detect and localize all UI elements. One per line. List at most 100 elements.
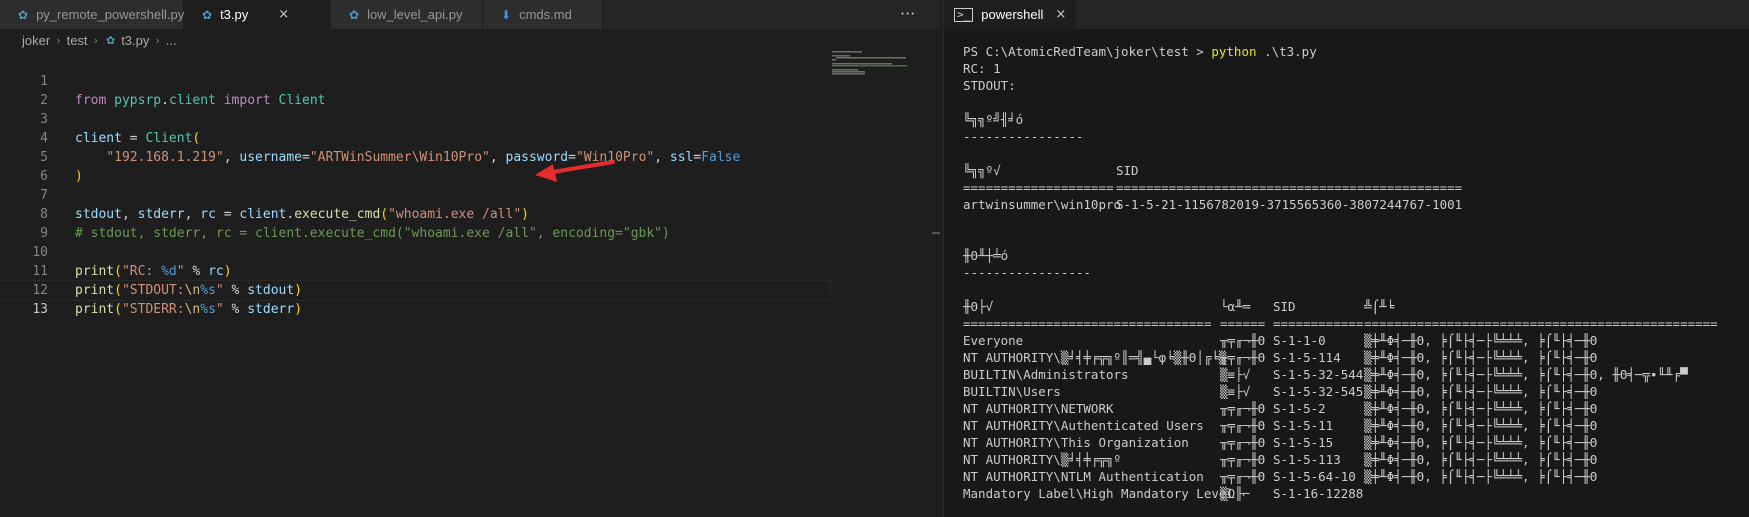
terminal-line: artwinsummer\win10proS-1-5-21-1156782019… xyxy=(963,196,1718,213)
group-attr: ▒╪╨Φ╡─╫Θ, ╞⌠╙├╡─├╚╧╧╧, ╞⌠╙├╡─╫Θ xyxy=(1364,384,1598,399)
group-row: Mandatory Label\High Mandatory Level▒Ω╟⌐… xyxy=(963,485,1718,502)
table-rule: ========================================… xyxy=(1116,180,1463,195)
tab-t3[interactable]: ✿ t3.py × xyxy=(184,0,331,29)
code-token: ) xyxy=(294,302,303,317)
code-line: 10 print("RC: %d" % rc) xyxy=(0,224,830,279)
code-token: "STDERR: xyxy=(121,302,185,317)
group-sid: S-1-1-0 xyxy=(1273,333,1326,348)
terminal-line: ╚╗╗º╝╢╛ó xyxy=(963,112,1024,127)
code-line: 3 client = Client( xyxy=(0,91,830,146)
group-attr: ▒╪╨Φ╡─╫Θ, ╞⌠╙├╡─├╚╧╧╧, ╞⌠╙├╡─╫Θ, ╫Θ╡─╦∙╙… xyxy=(1364,367,1688,382)
terminal-panel: >_ powershell × PS C:\AtomicRedTeam\joke… xyxy=(943,0,1749,517)
group-attr: ▒╪╨Φ╡─╫Θ, ╞⌠╙├╡─├╚╧╧╧, ╞⌠╙├╡─╫Θ xyxy=(1364,350,1598,365)
terminal-line: ---------------- xyxy=(963,129,1084,144)
breadcrumb-item[interactable]: joker xyxy=(22,33,50,48)
close-icon[interactable]: × xyxy=(1055,7,1066,22)
command: python xyxy=(1211,44,1257,59)
group-type: ▒≡├√ xyxy=(1220,367,1251,382)
column-header: ╚╗╗º√ xyxy=(963,163,1001,178)
code-token: print xyxy=(75,302,115,317)
terminal-line: ╚╗╗º√ SID xyxy=(963,162,1718,179)
group-type: ╥╤╓¬╫Θ xyxy=(1220,333,1266,348)
code-line: 11 print("STDOUT:\n%s" % stdout) xyxy=(0,243,830,298)
terminal-line: PS C:\AtomicRedTeam\joker\test > python … xyxy=(963,43,1718,60)
group-type: ╥╤╓¬╫Θ xyxy=(1220,350,1266,365)
group-name: NT AUTHORITY\▒╛╡╪╒╦╗º xyxy=(963,452,1122,467)
group-name: NT AUTHORITY\NTLM Authentication xyxy=(963,469,1204,484)
group-type: ▒≡├√ xyxy=(1220,384,1251,399)
tab-low-level-api[interactable]: ✿ low_level_api.py xyxy=(331,0,483,29)
group-attr: ▒╪╨Φ╡─╫Θ, ╞⌠╙├╡─├╚╧╧╧, ╞⌠╙├╡─╫Θ xyxy=(1364,418,1598,433)
minimap[interactable] xyxy=(830,51,925,91)
breadcrumb: joker › test › ✿ t3.py › ... xyxy=(0,29,940,51)
group-attr: ▒╪╨Φ╡─╫Θ, ╞⌠╙├╡─├╚╧╧╧, ╞⌠╙├╡─╫Θ xyxy=(1364,435,1598,450)
scrollbar[interactable] xyxy=(932,232,940,234)
group-row: NT AUTHORITY\This Organization ╥╤╓¬╫Θ S-1-… xyxy=(963,434,1718,451)
group-type: ╥╤╓¬╫Θ xyxy=(1220,401,1266,416)
terminal-line: RC: 1 xyxy=(963,61,1001,76)
breadcrumb-item[interactable]: test xyxy=(67,33,88,48)
terminal-icon: >_ xyxy=(954,7,974,22)
table-rule: ==================== xyxy=(963,180,1114,195)
tab-label: low_level_api.py xyxy=(367,7,463,22)
table-rule: ================================= xyxy=(963,316,1212,331)
group-sid: S-1-5-15 xyxy=(1273,435,1334,450)
code-line: 1 from pypsrp.client import Client xyxy=(0,53,830,108)
tab-py-remote-powershell[interactable]: ✿ py_remote_powershell.py xyxy=(0,0,184,29)
command-args: .\t3.py xyxy=(1256,44,1317,59)
group-type: ╥╤╓¬╫Θ xyxy=(1220,435,1266,450)
terminal-line: ╫Θ├√ └α╨═ SID ╩⌠╨╘ xyxy=(963,298,1718,315)
tab-cmds-md[interactable]: ⬇ cmds.md xyxy=(483,0,603,29)
code-token: stderr xyxy=(247,302,295,317)
group-row: BUILTIN\Administrators ▒≡├√ S-1-5-32-544▒╪… xyxy=(963,366,1718,383)
group-sid: S-1-5-32-544 xyxy=(1273,367,1364,382)
chevron-right-icon: › xyxy=(93,33,98,47)
table-rule: ============ xyxy=(1273,316,1364,331)
close-icon[interactable]: × xyxy=(278,7,289,22)
terminal-line: STDOUT: xyxy=(963,78,1016,93)
python-file-icon: ✿ xyxy=(202,7,213,22)
code-token: \n xyxy=(184,302,201,317)
group-name: NT AUTHORITY\NETWORK xyxy=(963,401,1114,416)
more-actions-icon[interactable]: ··· xyxy=(900,0,915,29)
code-line: 7 stdout, stderr, rc = client.execute_cm… xyxy=(0,167,830,222)
group-name: Everyone xyxy=(963,333,1024,348)
user-sid: S-1-5-21-1156782019-3715565360-380724476… xyxy=(1116,197,1463,212)
group-sid: S-1-5-2 xyxy=(1273,401,1326,416)
markdown-file-icon: ⬇ xyxy=(501,7,512,22)
code-line: 6 xyxy=(0,148,830,184)
code-line: 8 # stdout, stderr, rc = client.execute_… xyxy=(0,186,830,241)
group-sid: S-1-5-113 xyxy=(1273,452,1341,467)
chevron-right-icon: › xyxy=(56,33,61,47)
group-sid: S-1-5-114 xyxy=(1273,350,1341,365)
group-attr: ▒╪╨Φ╡─╫Θ, ╞⌠╙├╡─├╚╧╧╧, ╞⌠╙├╡─╫Θ xyxy=(1364,452,1598,467)
terminal-output[interactable]: PS C:\AtomicRedTeam\joker\test > python … xyxy=(963,43,1718,502)
group-row: NT AUTHORITY\▒╛╡╪╒╦╗º║═╣▄└φ╘▒╫Θ│╔╘▒╥╤╓¬╫… xyxy=(963,349,1718,366)
tab-powershell[interactable]: >_ powershell × xyxy=(944,0,1077,29)
column-header: └α╨═ xyxy=(1220,299,1251,314)
user-name: artwinsummer\win10pro xyxy=(963,197,1122,212)
code-line: 9 xyxy=(0,205,830,241)
group-sid: S-1-5-11 xyxy=(1273,418,1334,433)
code-token: % xyxy=(223,302,248,317)
group-name: NT AUTHORITY\Authenticated Users xyxy=(963,418,1204,433)
code-area[interactable]: 1 from pypsrp.client import Client 2 3 c… xyxy=(0,53,831,317)
group-type: ╥╤╓¬╫Θ xyxy=(1220,469,1266,484)
group-row: NT AUTHORITY\▒╛╡╪╒╦╗º ╥╤╓¬╫Θ S-1-5-113 ▒╪╨Φ… xyxy=(963,451,1718,468)
group-sid: S-1-5-64-10 xyxy=(1273,469,1356,484)
code-line-current: 13 xyxy=(0,280,831,317)
group-row: NT AUTHORITY\NETWORK ╥╤╓¬╫Θ S-1-5-2 ▒╪╨Φ╡─╫… xyxy=(963,400,1718,417)
breadcrumb-item[interactable]: ... xyxy=(166,33,177,48)
tab-label: t3.py xyxy=(220,7,249,22)
group-attr: ▒╪╨Φ╡─╫Θ, ╞⌠╙├╡─├╚╧╧╧, ╞⌠╙├╡─╫Θ xyxy=(1364,469,1598,484)
group-row: BUILTIN\Users ▒≡├√ S-1-5-32-545▒╪╨Φ╡─╫Θ, ╞… xyxy=(963,383,1718,400)
column-header: SID xyxy=(1273,299,1296,314)
group-row: NT AUTHORITY\Authenticated Users ╥╤╓¬╫Θ S-… xyxy=(963,417,1718,434)
breadcrumb-item[interactable]: t3.py xyxy=(121,33,149,48)
prompt: PS C:\AtomicRedTeam\joker\test > xyxy=(963,44,1212,59)
group-name: BUILTIN\Administrators xyxy=(963,367,1129,382)
table-rule: ========================================… xyxy=(1364,316,1718,331)
code-line: 12 print("STDERR:\n%s" % stderr) xyxy=(0,262,830,317)
column-header: ╫Θ├√ xyxy=(963,299,994,314)
group-row: Everyone ╥╤╓¬╫Θ S-1-1-0 ▒╪╨Φ╡─╫Θ, ╞⌠╙├╡─├╚╧… xyxy=(963,332,1718,349)
